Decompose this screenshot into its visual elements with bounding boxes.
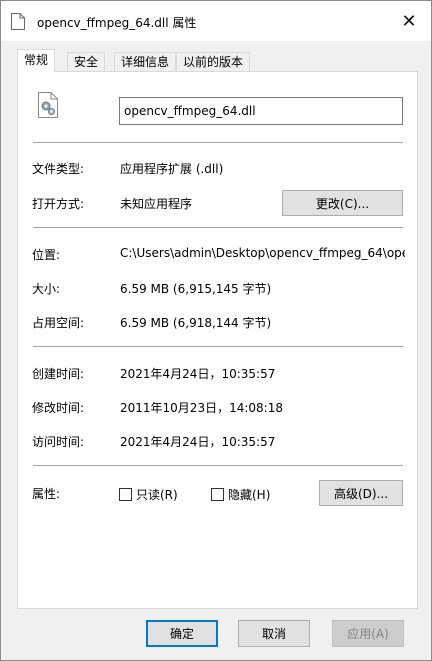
- file-icon: [11, 13, 25, 30]
- open-with-value: 未知应用程序: [120, 197, 193, 211]
- modified-value: 2011年10月23日，14:08:18: [120, 401, 283, 415]
- size-value: 6.59 MB (6,915,145 字节): [120, 282, 272, 296]
- tab-previous-versions[interactable]: 以前的版本: [176, 52, 251, 71]
- location-value: C:\Users\admin\Desktop\opencv_ffmpeg_64\…: [120, 246, 405, 260]
- advanced-button[interactable]: 高级(D)...: [319, 480, 403, 506]
- checkbox-box[interactable]: [211, 488, 224, 501]
- general-panel: opencv_ffmpeg_64.dll 文件类型: 应用程序扩展 (.dll)…: [17, 71, 418, 609]
- hidden-checkbox[interactable]: 隐藏(H): [211, 486, 270, 503]
- tab-general[interactable]: 常规: [17, 49, 56, 72]
- window-title: opencv_ffmpeg_64.dll 属性: [37, 16, 197, 30]
- readonly-label: 只读(R): [136, 488, 178, 502]
- created-value: 2021年4月24日，10:35:57: [120, 367, 276, 381]
- location-label: 位置:: [32, 248, 61, 262]
- file-type-value: 应用程序扩展 (.dll): [120, 162, 224, 176]
- tab-security[interactable]: 安全: [67, 52, 106, 71]
- dll-file-icon: [38, 92, 58, 118]
- cancel-button[interactable]: 取消: [238, 620, 310, 647]
- tab-details[interactable]: 详细信息: [114, 52, 177, 71]
- file-name-field[interactable]: opencv_ffmpeg_64.dll: [119, 97, 403, 125]
- title-bar: opencv_ffmpeg_64.dll 属性 ✕: [1, 1, 431, 41]
- open-with-label: 打开方式:: [32, 197, 85, 211]
- modified-label: 修改时间:: [32, 401, 85, 415]
- readonly-checkbox[interactable]: 只读(R): [119, 486, 178, 503]
- close-icon: ✕: [401, 10, 417, 32]
- size-label: 大小:: [32, 282, 61, 296]
- close-button[interactable]: ✕: [387, 1, 431, 41]
- hidden-label: 隐藏(H): [228, 488, 271, 502]
- file-type-label: 文件类型:: [32, 162, 85, 176]
- size-on-disk-value: 6.59 MB (6,918,144 字节): [120, 316, 272, 330]
- accessed-value: 2021年4月24日，10:35:57: [120, 435, 276, 449]
- checkbox-box[interactable]: [119, 488, 132, 501]
- accessed-label: 访问时间:: [32, 435, 85, 449]
- size-on-disk-label: 占用空间:: [32, 316, 85, 330]
- properties-dialog: opencv_ffmpeg_64.dll 属性 ✕ 常规 安全 详细信息 以前的…: [0, 0, 432, 661]
- attributes-label: 属性:: [32, 487, 61, 501]
- divider: [33, 227, 403, 228]
- ok-button[interactable]: 确定: [146, 620, 218, 647]
- divider: [33, 465, 403, 466]
- change-button[interactable]: 更改(C)...: [282, 190, 403, 216]
- divider: [33, 142, 403, 143]
- divider: [33, 346, 403, 347]
- created-label: 创建时间:: [32, 367, 85, 381]
- apply-button[interactable]: 应用(A): [332, 620, 404, 647]
